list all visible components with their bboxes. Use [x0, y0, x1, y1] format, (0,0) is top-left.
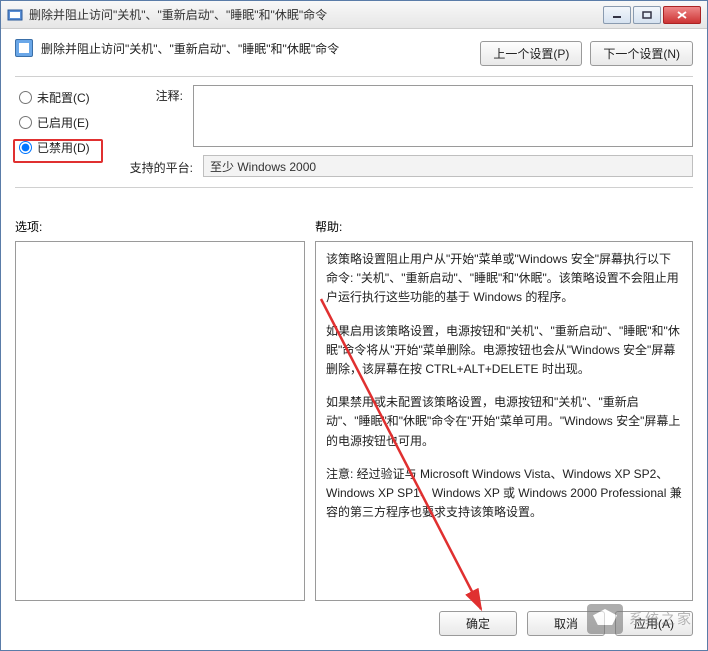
options-label: 选项:	[15, 218, 315, 235]
radio-enabled[interactable]: 已启用(E)	[15, 110, 111, 135]
window-buttons	[603, 6, 701, 24]
help-p3: 如果禁用或未配置该策略设置，电源按钮和"关机"、"重新启动"、"睡眠"和"休眠"…	[326, 393, 682, 451]
radio-not-configured-input[interactable]	[19, 91, 32, 104]
radio-disabled-label: 已禁用(D)	[37, 139, 90, 156]
radio-disabled-input[interactable]	[19, 141, 32, 154]
policy-dialog: 删除并阻止访问"关机"、"重新启动"、"睡眠"和"休眠"命令 删除并阻止访问"关…	[0, 0, 708, 651]
prev-setting-button[interactable]: 上一个设置(P)	[480, 41, 582, 66]
next-setting-button[interactable]: 下一个设置(N)	[590, 41, 693, 66]
help-p1: 该策略设置阻止用户从"开始"菜单或"Windows 安全"屏幕执行以下命令: "…	[326, 250, 682, 308]
radio-not-configured-label: 未配置(C)	[37, 89, 90, 106]
divider-2	[15, 187, 693, 188]
state-radio-group: 未配置(C) 已启用(E) 已禁用(D)	[15, 85, 111, 177]
help-panel[interactable]: 该策略设置阻止用户从"开始"菜单或"Windows 安全"屏幕执行以下命令: "…	[315, 241, 693, 601]
minimize-button[interactable]	[603, 6, 631, 24]
divider	[15, 76, 693, 77]
radio-not-configured[interactable]: 未配置(C)	[15, 85, 111, 110]
close-button[interactable]	[663, 6, 701, 24]
ok-button[interactable]: 确定	[439, 611, 517, 636]
radio-disabled[interactable]: 已禁用(D)	[15, 135, 111, 160]
apply-button[interactable]: 应用(A)	[615, 611, 693, 636]
platform-label: 支持的平台:	[121, 157, 193, 176]
radio-enabled-input[interactable]	[19, 116, 32, 129]
app-icon	[7, 7, 23, 23]
window-title: 删除并阻止访问"关机"、"重新启动"、"睡眠"和"休眠"命令	[29, 6, 603, 23]
help-p4: 注意: 经过验证与 Microsoft Windows Vista、Window…	[326, 465, 682, 523]
policy-title: 删除并阻止访问"关机"、"重新启动"、"睡眠"和"休眠"命令	[41, 40, 339, 57]
titlebar: 删除并阻止访问"关机"、"重新启动"、"睡眠"和"休眠"命令	[1, 1, 707, 29]
maximize-button[interactable]	[633, 6, 661, 24]
comment-textarea[interactable]	[193, 85, 693, 147]
radio-enabled-label: 已启用(E)	[37, 114, 89, 131]
policy-icon	[15, 39, 33, 57]
platform-field	[203, 155, 693, 177]
help-label: 帮助:	[315, 218, 693, 235]
help-p2: 如果启用该策略设置，电源按钮和"关机"、"重新启动"、"睡眠"和"休眠"命令将从…	[326, 322, 682, 380]
cancel-button[interactable]: 取消	[527, 611, 605, 636]
options-panel	[15, 241, 305, 601]
comment-label: 注释:	[121, 85, 183, 104]
